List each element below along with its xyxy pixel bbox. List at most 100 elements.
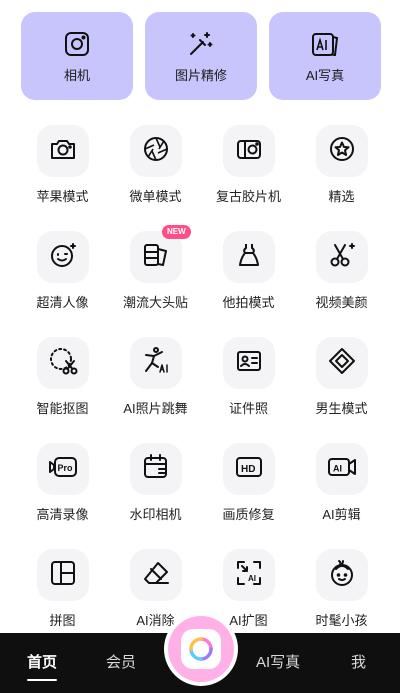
calendar-camera-icon <box>141 452 171 487</box>
tool-tile <box>315 231 368 283</box>
tool-smart-cutout[interactable]: 智能抠图 <box>16 333 109 427</box>
film-camera-icon <box>234 134 264 169</box>
svg-text:Pro: Pro <box>57 463 73 473</box>
diamond-icon <box>327 346 357 381</box>
camera-icon <box>49 135 77 168</box>
tool-tile <box>129 443 182 495</box>
tool-label: 苹果模式 <box>36 189 89 204</box>
photo-retouch-card[interactable]: 图片精修 <box>145 12 257 100</box>
eraser-icon <box>141 558 171 593</box>
tool-label: 证件照 <box>228 401 268 416</box>
tool-tile <box>315 549 368 601</box>
tool-label: 视频美颜 <box>315 295 368 310</box>
tool-label: AI消除 <box>136 613 175 628</box>
tool-label: AI照片跳舞 <box>123 401 188 416</box>
tool-label: 水印相机 <box>129 507 182 522</box>
tool-retro-film[interactable]: 复古胶片机 <box>202 121 295 215</box>
photo-retouch-card-label: 图片精修 <box>174 67 227 83</box>
nav-active-indicator <box>27 679 57 681</box>
tool-tile <box>222 231 275 283</box>
tool-label: 复古胶片机 <box>215 189 281 204</box>
id-card-icon <box>234 346 264 381</box>
ai-portrait-card[interactable]: AI写真 <box>269 12 381 100</box>
tool-tile <box>315 125 368 177</box>
tool-tile: HD <box>222 443 275 495</box>
tool-tile <box>129 125 182 177</box>
camera-card[interactable]: 相机 <box>21 12 133 100</box>
ai-portrait-icon <box>310 29 340 59</box>
svg-text:AI: AI <box>333 463 342 473</box>
svg-text:HD: HD <box>241 464 255 475</box>
tool-male-mode[interactable]: 男生模式 <box>295 333 388 427</box>
tool-label: 他拍模式 <box>222 295 275 310</box>
tool-label: 潮流大头贴 <box>122 295 188 310</box>
svg-text:AI: AI <box>248 574 256 583</box>
photo-sticker-icon <box>141 240 171 275</box>
tool-video-beauty[interactable]: 视频美颜 <box>295 227 388 321</box>
tool-hd-portrait[interactable]: 超清人像 <box>16 227 109 321</box>
tool-label: 微单模式 <box>129 189 182 204</box>
ai-portrait-card-label: AI写真 <box>305 67 345 83</box>
scissors-sparkle-icon <box>327 240 357 275</box>
tool-apple-mode[interactable]: 苹果模式 <box>16 121 109 215</box>
tool-label: AI扩图 <box>229 613 268 628</box>
tool-collage[interactable]: 拼图 <box>16 545 109 639</box>
tool-tile <box>129 549 182 601</box>
nav-home[interactable]: 首页 <box>27 651 57 672</box>
tool-trendy-sticker[interactable]: NEW 潮流大头贴 <box>109 225 202 321</box>
tool-label: 精选 <box>328 189 355 204</box>
star-badge-icon <box>327 134 357 169</box>
dancer-ai-icon <box>140 345 172 382</box>
tool-watermark-camera[interactable]: 水印相机 <box>109 439 202 533</box>
tool-ai-editing[interactable]: AI AI剪辑 <box>295 439 388 533</box>
camera-card-label: 相机 <box>63 67 90 83</box>
tool-label: 时髦小孩 <box>315 613 368 628</box>
new-badge: NEW <box>162 225 191 239</box>
tool-tile: AI <box>315 443 368 495</box>
tool-photo-by-others[interactable]: 他拍模式 <box>202 227 295 321</box>
ai-expand-icon: AI <box>234 558 264 593</box>
tool-grid: 苹果模式 微单模式 复古胶片机 精选 超清人像 NEW 潮流大头贴 他拍模式 视… <box>16 121 388 639</box>
tool-tile: Pro <box>36 443 89 495</box>
tool-id-photo[interactable]: 证件照 <box>202 333 295 427</box>
tool-tile: AI <box>222 549 275 601</box>
kid-face-icon <box>327 558 357 593</box>
tool-label: AI剪辑 <box>322 507 361 522</box>
tool-quality-repair[interactable]: HD 画质修复 <box>202 439 295 533</box>
tool-tile <box>315 337 368 389</box>
tool-tile <box>129 337 182 389</box>
tool-label: 男生模式 <box>315 401 368 416</box>
center-camera-button[interactable] <box>168 616 234 682</box>
pro-video-icon: Pro <box>47 452 79 487</box>
tool-tile <box>36 549 89 601</box>
collage-icon <box>48 558 78 593</box>
top-feature-cards: 相机 图片精修 AI写真 <box>21 12 381 100</box>
tool-tile <box>222 125 275 177</box>
ai-video-clip-icon: AI <box>326 452 358 487</box>
nav-vip[interactable]: 会员 <box>106 651 136 672</box>
tool-hd-recording[interactable]: Pro 高清录像 <box>16 439 109 533</box>
magic-wand-icon <box>186 29 216 59</box>
nav-ai-portrait[interactable]: AI写真 <box>256 651 300 672</box>
dress-icon <box>234 240 264 275</box>
nav-me[interactable]: 我 <box>351 651 366 672</box>
hd-icon: HD <box>234 452 264 487</box>
tool-label: 超清人像 <box>36 295 89 310</box>
tool-label: 拼图 <box>49 613 76 628</box>
tool-label: 画质修复 <box>222 507 275 522</box>
camera-square-icon <box>62 29 92 59</box>
smile-face-icon <box>48 240 78 275</box>
tool-tile <box>222 337 275 389</box>
tool-tile <box>36 231 89 283</box>
camera-logo-icon <box>181 629 221 669</box>
aperture-icon <box>141 134 171 169</box>
tool-label: 高清录像 <box>36 507 89 522</box>
tool-label: 智能抠图 <box>36 401 89 416</box>
tool-tile <box>36 337 89 389</box>
tool-mirrorless-mode[interactable]: 微单模式 <box>109 121 202 215</box>
tool-ai-photo-dance[interactable]: AI照片跳舞 <box>109 333 202 427</box>
tool-tile <box>36 125 89 177</box>
tool-featured[interactable]: 精选 <box>295 121 388 215</box>
cutout-scissors-icon <box>47 345 79 382</box>
tool-trendy-kid[interactable]: 时髦小孩 <box>295 545 388 639</box>
